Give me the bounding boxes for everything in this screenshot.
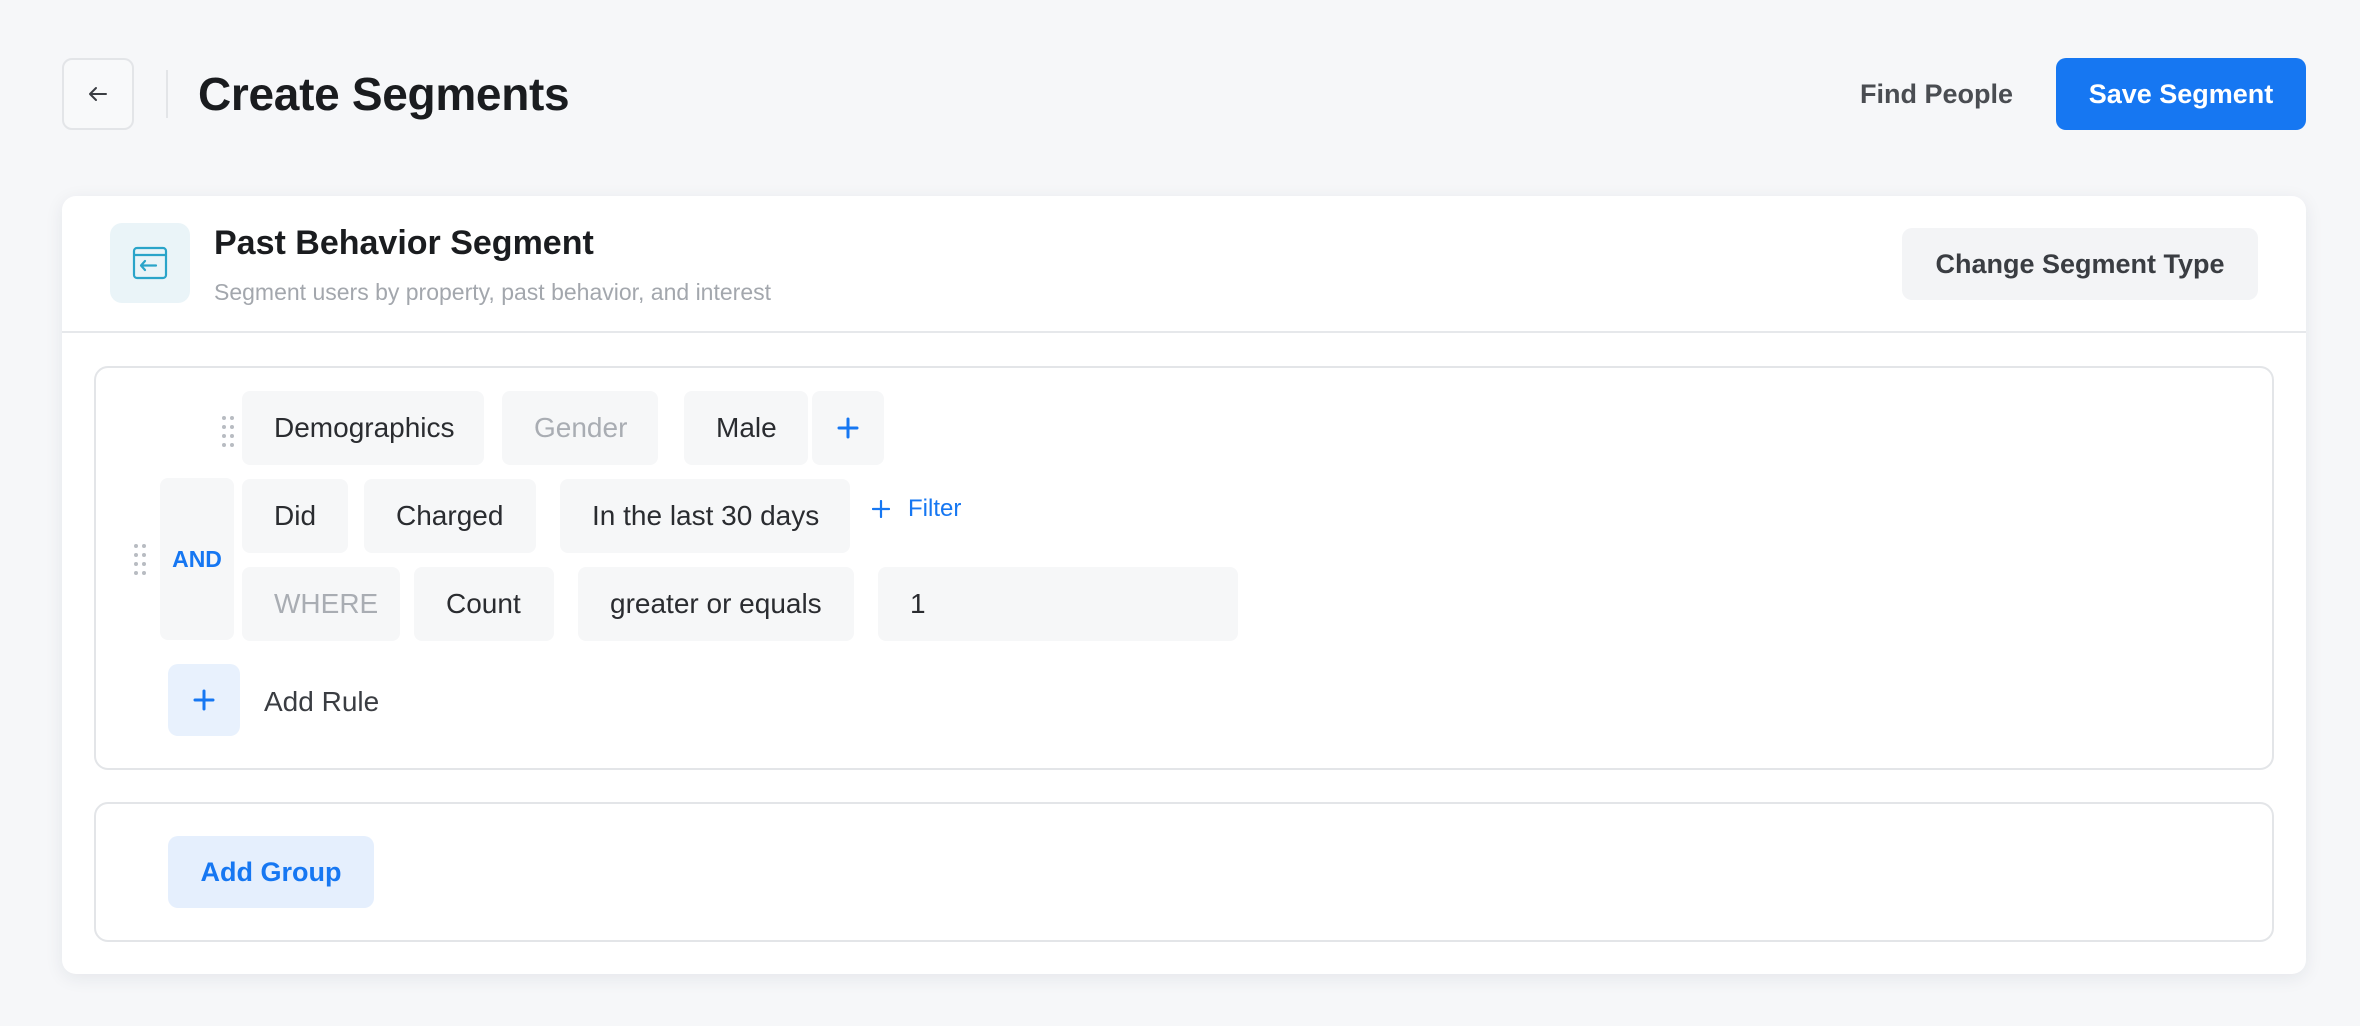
filter-label: Filter xyxy=(908,495,962,522)
page-title: Create Segments xyxy=(198,68,570,120)
count-value-input[interactable]: 1 xyxy=(878,567,1238,641)
header-actions: Find People Save Segment xyxy=(1860,58,2306,130)
header-divider xyxy=(166,70,168,118)
event-select[interactable]: Charged xyxy=(364,479,536,553)
segment-card: Past Behavior Segment Segment users by p… xyxy=(62,196,2306,974)
add-filter-link[interactable]: Filter xyxy=(872,495,961,523)
segment-subtitle: Segment users by property, past behavior… xyxy=(214,279,771,305)
segment-title: Past Behavior Segment xyxy=(214,224,594,262)
add-group-button[interactable]: Add Group xyxy=(168,836,374,908)
save-segment-button[interactable]: Save Segment xyxy=(2056,58,2306,130)
create-segments-page: Create Segments Find People Save Segment… xyxy=(0,0,2360,1026)
change-segment-type-button[interactable]: Change Segment Type xyxy=(1902,228,2258,300)
segment-window-icon xyxy=(110,223,190,303)
aggregate-select[interactable]: Count xyxy=(414,567,554,641)
where-label: WHERE xyxy=(242,567,400,641)
page-header: Create Segments Find People Save Segment xyxy=(62,58,2306,130)
group-drag-handle[interactable] xyxy=(132,542,152,576)
plus-icon xyxy=(193,689,215,711)
segment-card-header: Past Behavior Segment Segment users by p… xyxy=(62,196,2306,333)
rule-group: Demographics Gender Male AND Did Charged… xyxy=(94,366,2274,770)
gender-property-select[interactable]: Gender xyxy=(502,391,658,465)
demographics-category-select[interactable]: Demographics xyxy=(242,391,484,465)
back-button[interactable] xyxy=(62,58,134,130)
arrow-left-icon xyxy=(89,87,107,101)
plus-icon xyxy=(872,500,890,518)
plus-icon xyxy=(837,417,859,439)
and-operator[interactable]: AND xyxy=(160,478,234,640)
comparator-select[interactable]: greater or equals xyxy=(578,567,854,641)
gender-value-select[interactable]: Male xyxy=(684,391,808,465)
rule-drag-handle[interactable] xyxy=(220,414,240,448)
did-action-select[interactable]: Did xyxy=(242,479,348,553)
add-rule-button[interactable] xyxy=(168,664,240,736)
add-rule-label[interactable]: Add Rule xyxy=(264,686,379,718)
timeframe-select[interactable]: In the last 30 days xyxy=(560,479,850,553)
add-group-container: Add Group xyxy=(94,802,2274,942)
add-value-button[interactable] xyxy=(812,391,884,465)
find-people-button[interactable]: Find People xyxy=(1860,79,2013,110)
